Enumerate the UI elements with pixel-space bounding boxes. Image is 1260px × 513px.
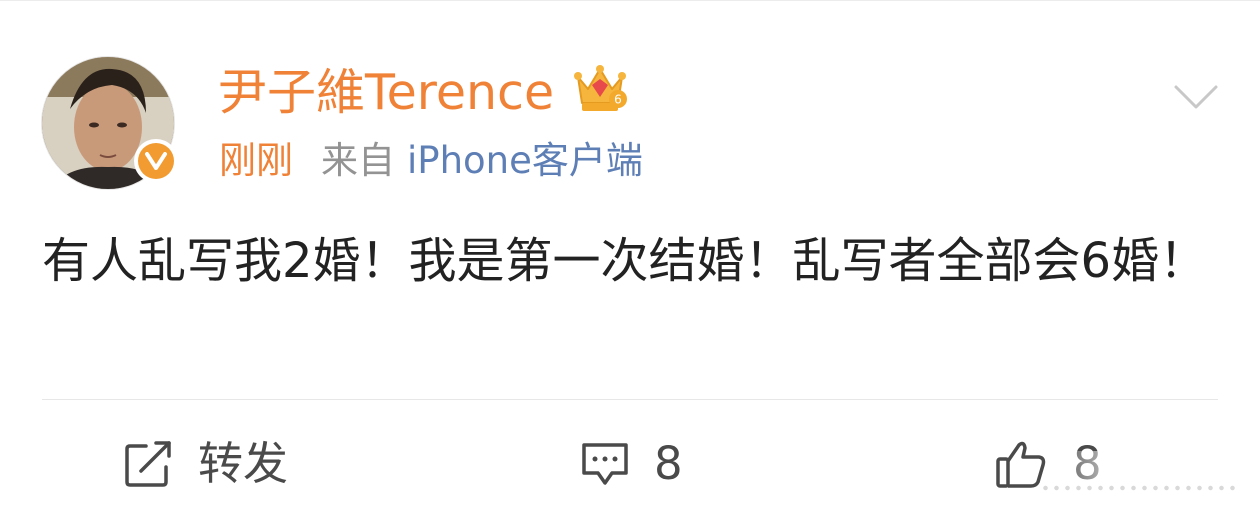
verified-badge-icon xyxy=(134,139,178,183)
v-mark-icon xyxy=(145,152,167,170)
vip-level: 6 xyxy=(614,93,622,107)
post-text: 有人乱写我2婚！我是第一次结婚！乱写者全部会6婚！ xyxy=(42,233,1208,289)
chevron-down-icon[interactable] xyxy=(1173,83,1219,113)
comment-icon xyxy=(580,441,630,487)
avatar-container[interactable] xyxy=(41,56,178,191)
watermark-dots xyxy=(1040,484,1240,492)
thumbs-up-icon xyxy=(995,439,1049,489)
post-meta: 刚刚 来自 iPhone客户端 xyxy=(219,137,643,185)
comment-count: 8 xyxy=(654,437,683,490)
fade-overlay xyxy=(1050,451,1260,511)
from-label: 来自 xyxy=(321,139,395,182)
repost-icon xyxy=(124,440,174,488)
divider xyxy=(42,399,1218,400)
post-time: 刚刚 xyxy=(219,139,293,182)
comment-button[interactable]: 8 xyxy=(580,431,683,497)
username[interactable]: 尹子維Terence xyxy=(218,63,554,123)
repost-button[interactable]: 转发 xyxy=(124,431,288,497)
post-source-link[interactable]: iPhone客户端 xyxy=(407,139,643,182)
crown-vip-icon[interactable]: 6 xyxy=(572,63,628,115)
weibo-post-card: 尹子維Terence 6 刚刚 来自 iPhone客户端 有人乱写我2婚！我是第一次… xyxy=(0,0,1260,513)
repost-label: 转发 xyxy=(198,437,289,490)
